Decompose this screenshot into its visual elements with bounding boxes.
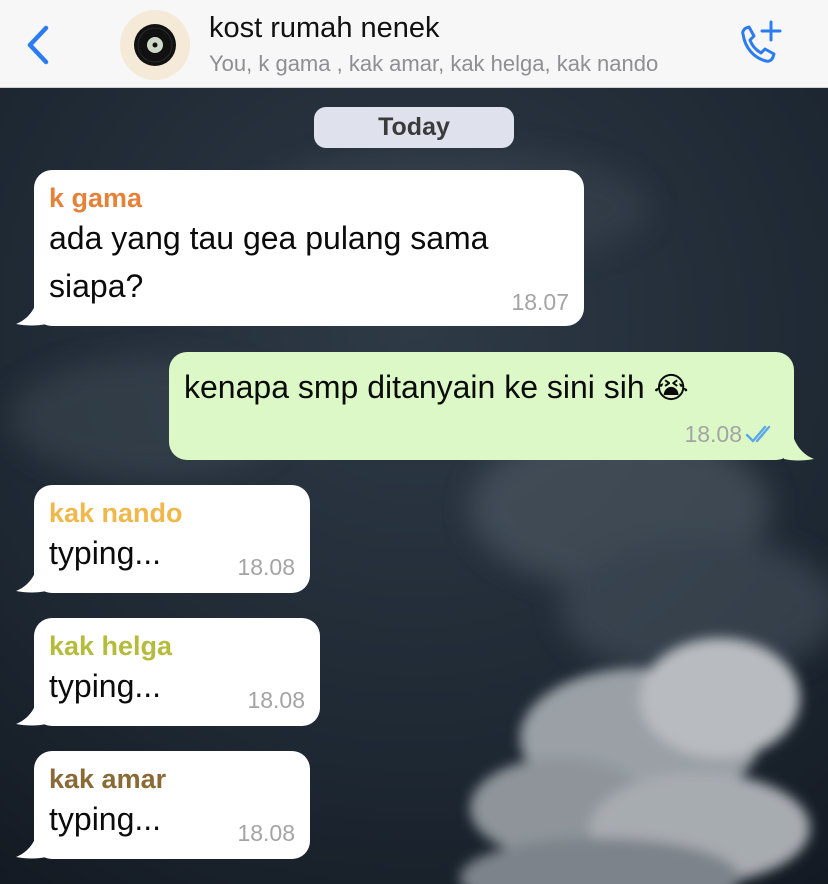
add-call-icon: [741, 20, 782, 63]
bubble-tail: [16, 698, 46, 726]
back-button[interactable]: [22, 22, 58, 68]
message-bubble[interactable]: k gama ada yang tau gea pulang sama siap…: [34, 170, 584, 326]
message-text-line: ada yang tau gea pulang sama: [49, 220, 489, 256]
message-time: 18.08: [237, 820, 295, 846]
group-members[interactable]: You, k gama , kak amar, kak helga, kak n…: [209, 51, 658, 77]
message-text-row: kenapa smp ditanyain ke sini sih 😭: [184, 364, 779, 412]
add-call-button[interactable]: [732, 20, 782, 68]
double-check-icon: [745, 425, 771, 443]
message-time: 18.08: [237, 554, 295, 580]
message-time: 18.08: [684, 421, 742, 447]
chevron-left-icon: [27, 25, 49, 65]
group-name[interactable]: kost rumah nenek: [209, 12, 440, 45]
message-text-line: siapa?: [49, 268, 144, 304]
message-time: 18.07: [511, 289, 569, 315]
bubble-tail: [16, 831, 46, 859]
date-separator: Today: [314, 107, 514, 148]
message-time: 18.08: [247, 687, 305, 713]
message-bubble[interactable]: kak nando typing... 18.08: [34, 485, 310, 593]
message-sender: k gama: [49, 183, 143, 213]
message-bubble[interactable]: kenapa smp ditanyain ke sini sih 😭 18.08: [169, 352, 794, 460]
chat-header: kost rumah nenek You, k gama , kak amar,…: [0, 0, 828, 88]
message-sender: kak nando: [49, 498, 183, 528]
crying-face-emoji: 😭: [653, 371, 689, 406]
message-bubble[interactable]: kak helga typing... 18.08: [34, 618, 320, 726]
bubble-tail: [16, 298, 46, 326]
bubble-tail: [784, 433, 814, 461]
group-avatar[interactable]: [120, 10, 190, 80]
message-sender: kak amar: [49, 764, 167, 794]
message-sender: kak helga: [49, 631, 173, 661]
bubble-tail: [16, 565, 46, 593]
vinyl-record-icon: [134, 24, 176, 66]
chat-area[interactable]: Today k gama ada yang tau gea pulang sam…: [0, 88, 828, 884]
message-bubble[interactable]: kak amar typing... 18.08: [34, 751, 310, 859]
message-text: kenapa smp ditanyain ke sini sih: [184, 369, 645, 405]
